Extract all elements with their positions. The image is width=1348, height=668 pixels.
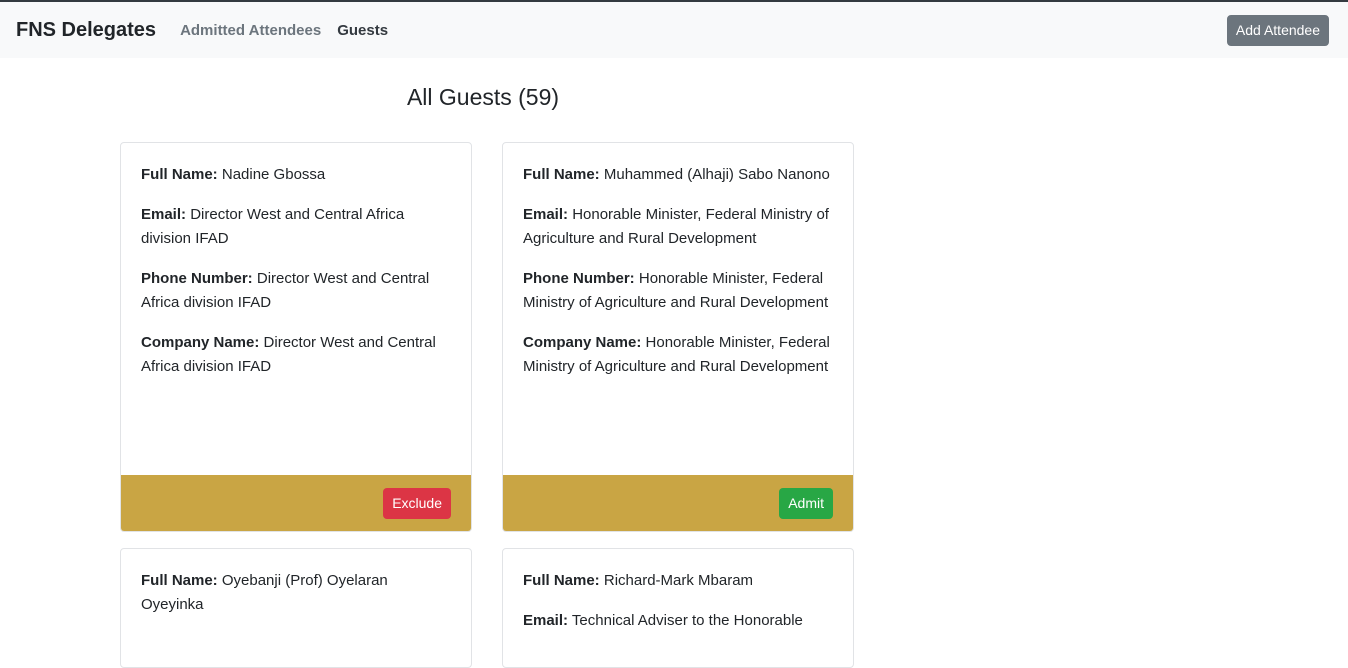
guest-card: Full Name: Richard-Mark Mbaram Email: Te… [502,548,854,668]
field-phone: Phone Number: Honorable Minister, Federa… [523,267,833,315]
field-full-name: Full Name: Richard-Mark Mbaram [523,569,833,593]
guest-card: Full Name: Nadine Gbossa Email: Director… [120,142,472,532]
label-email: Email: [141,206,187,223]
field-email: Email: Technical Adviser to the Honorabl… [523,609,833,633]
navbar: FNS Delegates Admitted Attendees Guests … [0,2,1348,58]
card-body: Full Name: Nadine Gbossa Email: Director… [121,143,471,379]
field-full-name: Full Name: Muhammed (Alhaji) Sabo Nanono [523,163,833,187]
label-full-name: Full Name: [523,572,600,589]
label-company: Company Name: [523,334,642,351]
card-footer: Admit [503,475,853,531]
field-company: Company Name: Director West and Central … [141,331,451,379]
exclude-button[interactable]: Exclude [383,487,451,519]
value-full-name: Nadine Gbossa [221,166,326,183]
field-full-name: Full Name: Nadine Gbossa [141,163,451,187]
label-email: Email: [523,206,569,223]
admit-button[interactable]: Admit [779,487,833,519]
add-attendee-button[interactable]: Add Attendee [1226,14,1329,46]
field-phone: Phone Number: Director West and Central … [141,267,451,315]
field-email: Email: Director West and Central Africa … [141,203,451,251]
label-full-name: Full Name: [141,166,218,183]
value-full-name: Richard-Mark Mbaram [603,572,754,589]
page-title: All Guests (59) [406,84,560,110]
label-phone: Phone Number: [523,270,635,287]
card-footer: Exclude [121,475,471,531]
field-full-name: Full Name: Oyebanji (Prof) Oyelaran Oyey… [141,569,451,617]
brand-title[interactable]: FNS Delegates [16,19,156,42]
field-email: Email: Honorable Minister, Federal Minis… [523,203,833,251]
value-email: Honorable Minister, Federal Ministry of … [523,206,829,247]
label-email: Email: [523,612,569,629]
label-full-name: Full Name: [141,572,218,589]
label-company: Company Name: [141,334,260,351]
guest-card: Full Name: Muhammed (Alhaji) Sabo Nanono… [502,142,854,532]
label-full-name: Full Name: [523,166,600,183]
value-full-name: Muhammed (Alhaji) Sabo Nanono [603,166,830,183]
label-phone: Phone Number: [141,270,253,287]
card-body: Full Name: Richard-Mark Mbaram Email: Te… [503,549,853,633]
field-company: Company Name: Honorable Minister, Federa… [523,331,833,379]
nav-admitted-attendees[interactable]: Admitted Attendees [180,22,321,39]
value-email: Technical Adviser to the Honorable [571,612,803,629]
guest-card: Full Name: Oyebanji (Prof) Oyelaran Oyey… [120,548,472,668]
card-body: Full Name: Oyebanji (Prof) Oyelaran Oyey… [121,549,471,617]
card-body: Full Name: Muhammed (Alhaji) Sabo Nanono… [503,143,853,379]
nav-guests[interactable]: Guests [337,22,388,39]
